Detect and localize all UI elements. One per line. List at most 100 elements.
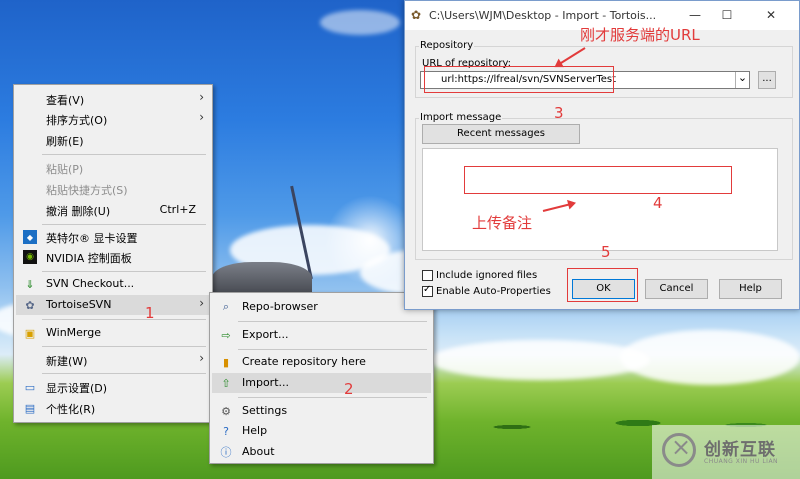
- export-icon: ⇨: [221, 328, 231, 342]
- tortoisesvn-icon: ✿: [25, 298, 35, 312]
- auto-props-label: Enable Auto-Properties: [436, 286, 551, 297]
- menu-separator: [238, 349, 427, 350]
- tortoisesvn-submenu: ⌕ Repo-browser ⇨ Export... ▮ Create repo…: [209, 292, 434, 464]
- menu-item-label: 粘贴快捷方式(S): [46, 184, 128, 197]
- menu-item-label: Create repository here: [242, 355, 366, 368]
- menu-item-label: TortoiseSVN: [46, 298, 112, 311]
- menu-item-svn-checkout[interactable]: ⇓ SVN Checkout...: [16, 274, 210, 294]
- step-4-label: 4: [653, 194, 663, 212]
- recent-messages-button[interactable]: Recent messages: [422, 124, 580, 144]
- menu-item-label: Export...: [242, 328, 289, 341]
- menu-item-label: NVIDIA 控制面板: [46, 252, 132, 265]
- menu-item-paste-shortcut[interactable]: 粘贴快捷方式(S): [16, 179, 210, 199]
- menu-item-label: 撤消 删除(U): [46, 205, 111, 218]
- menu-item-label: 粘贴(P): [46, 163, 84, 176]
- menu-item-display-settings[interactable]: ▭ 显示设置(D): [16, 377, 210, 397]
- help-button[interactable]: Help: [719, 279, 782, 299]
- nvidia-icon: ◉: [23, 250, 37, 264]
- menu-item-label: About: [242, 445, 275, 458]
- menu-item-help[interactable]: ? Help: [212, 421, 431, 441]
- watermark-name: 创新互联: [704, 440, 776, 460]
- chevron-right-icon: ›: [199, 351, 204, 365]
- winmerge-icon: ▣: [24, 326, 36, 340]
- personalize-icon: ▤: [24, 401, 36, 415]
- menu-item-nvidia[interactable]: ◉ NVIDIA 控制面板: [16, 247, 210, 267]
- menu-item-import[interactable]: ⇧ Import...: [212, 373, 431, 393]
- server-url-annotation: 刚才服务端的URL: [580, 26, 700, 44]
- watermark: 创新互联 CHUANG XIN HU LIAN: [652, 425, 800, 479]
- cancel-button[interactable]: Cancel: [645, 279, 708, 299]
- tortoisesvn-icon: ✿: [411, 8, 422, 22]
- menu-item-shortcut: Ctrl+Z: [159, 203, 196, 216]
- menu-item-repo-browser[interactable]: ⌕ Repo-browser: [212, 297, 431, 317]
- include-ignored-checkbox[interactable]: [422, 270, 433, 281]
- menu-item-label: 查看(V): [46, 94, 85, 107]
- intel-graphics-icon: ◆: [23, 230, 37, 244]
- chevron-down-icon[interactable]: ⌄: [735, 72, 749, 88]
- menu-separator: [42, 373, 206, 374]
- step-5-label: 5: [601, 243, 611, 261]
- chevron-right-icon: ›: [199, 110, 204, 124]
- import-message-label: Import message: [419, 112, 503, 123]
- help-icon: ?: [223, 424, 229, 438]
- svn-checkout-icon: ⇓: [25, 277, 35, 291]
- cloud: [430, 340, 650, 380]
- menu-item-about[interactable]: ⓘ About: [212, 442, 431, 462]
- close-button[interactable]: ✕: [757, 5, 785, 25]
- about-icon: ⓘ: [220, 446, 232, 459]
- menu-item-label: Help: [242, 424, 268, 437]
- desktop-context-menu: 查看(V) › 排序方式(O) › 刷新(E) 粘贴(P) 粘贴快捷方式(S) …: [13, 84, 213, 423]
- import-icon: ⇧: [221, 376, 231, 390]
- auto-props-checkbox[interactable]: [422, 284, 433, 297]
- menu-item-winmerge[interactable]: ▣ WinMerge: [16, 323, 210, 343]
- menu-separator: [42, 154, 206, 155]
- chevron-right-icon: ›: [199, 90, 204, 104]
- menu-item-export[interactable]: ⇨ Export...: [212, 325, 431, 345]
- menu-item-label: WinMerge: [46, 326, 101, 339]
- menu-separator: [42, 319, 206, 320]
- url-highlight-box: [424, 66, 614, 93]
- step-1-label: 1: [145, 304, 155, 322]
- watermark-subtitle: CHUANG XIN HU LIAN: [704, 458, 779, 465]
- menu-item-refresh[interactable]: 刷新(E): [16, 130, 210, 150]
- step-3-label: 3: [554, 104, 564, 122]
- settings-icon: ⚙: [221, 404, 231, 418]
- repository-group-label: Repository: [419, 40, 475, 51]
- menu-item-settings[interactable]: ⚙ Settings: [212, 401, 431, 421]
- import-message-textarea[interactable]: [422, 148, 778, 251]
- menu-item-label: Import...: [242, 376, 289, 389]
- menu-item-label: 显示设置(D): [46, 382, 108, 395]
- menu-item-create-repository[interactable]: ▮ Create repository here: [212, 352, 431, 372]
- chevron-right-icon: ›: [199, 296, 204, 310]
- menu-separator: [42, 224, 206, 225]
- menu-item-sort[interactable]: 排序方式(O) ›: [16, 109, 210, 129]
- menu-separator: [238, 397, 427, 398]
- dialog-title: C:\Users\WJM\Desktop - Import - Tortois.…: [429, 9, 657, 22]
- menu-item-undo-delete[interactable]: 撤消 删除(U) Ctrl+Z: [16, 200, 210, 220]
- menu-item-label: 排序方式(O): [46, 114, 108, 127]
- browse-button[interactable]: ...: [758, 71, 776, 89]
- menu-item-new[interactable]: 新建(W) ›: [16, 350, 210, 370]
- create-repository-icon: ▮: [222, 355, 230, 369]
- step-2-label: 2: [344, 380, 354, 398]
- include-ignored-label: Include ignored files: [436, 270, 538, 281]
- import-dialog: ✿ C:\Users\WJM\Desktop - Import - Tortoi…: [404, 0, 800, 310]
- message-highlight-box: [464, 166, 732, 194]
- menu-item-label: 刷新(E): [46, 135, 84, 148]
- menu-item-paste[interactable]: 粘贴(P): [16, 158, 210, 178]
- display-icon: ▭: [24, 380, 36, 394]
- menu-item-tortoisesvn[interactable]: ✿ TortoiseSVN ›: [16, 295, 210, 315]
- maximize-button[interactable]: ☐: [713, 5, 741, 25]
- menu-separator: [42, 346, 206, 347]
- menu-item-label: Repo-browser: [242, 300, 318, 313]
- menu-separator: [42, 271, 206, 272]
- menu-item-view[interactable]: 查看(V) ›: [16, 89, 210, 109]
- minimize-button[interactable]: —: [681, 5, 709, 25]
- menu-separator: [238, 321, 427, 322]
- menu-item-intel-graphics[interactable]: ◆ 英特尔® 显卡设置: [16, 227, 210, 247]
- menu-item-label: 新建(W): [46, 355, 88, 368]
- ok-highlight-box: [567, 268, 638, 302]
- menu-item-personalize[interactable]: ▤ 个性化(R): [16, 398, 210, 418]
- cloud: [320, 10, 400, 35]
- menu-item-label: 英特尔® 显卡设置: [46, 232, 138, 245]
